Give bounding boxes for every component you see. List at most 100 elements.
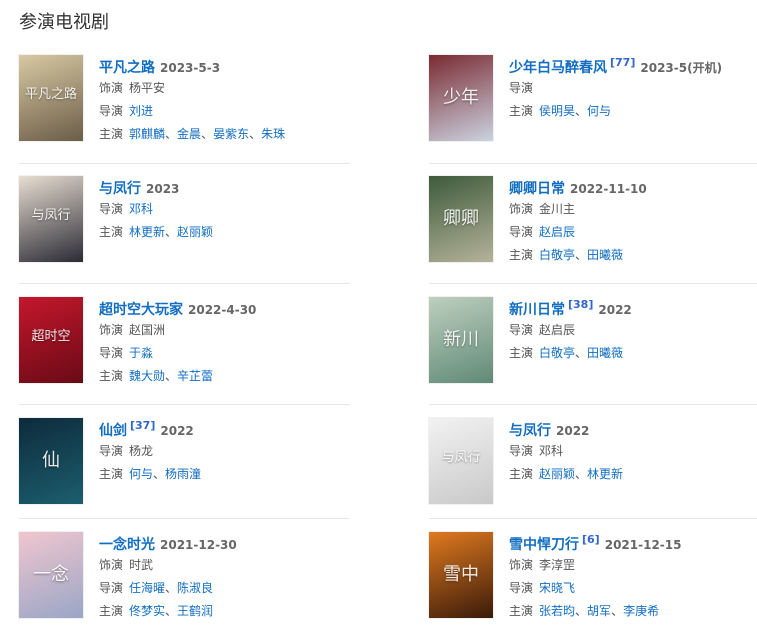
row-divider: [429, 283, 757, 284]
person-link[interactable]: 白敬亭: [539, 346, 575, 360]
person-link[interactable]: 杨雨潼: [165, 467, 201, 481]
credit-row: 导演 任海曜、陈淑良: [99, 577, 419, 600]
series-title-link[interactable]: 雪中悍刀行: [509, 537, 579, 553]
series-heading: 新川日常 [38] 2022: [509, 298, 757, 319]
person-link[interactable]: 何与: [587, 104, 611, 118]
series-heading: 一念时光 2021-12-30: [99, 534, 419, 554]
person-link[interactable]: 王鹤润: [177, 604, 213, 618]
person-link[interactable]: 佟梦实: [129, 604, 165, 618]
person-link[interactable]: 张若昀: [539, 604, 575, 618]
citation-ref-link[interactable]: [6]: [582, 533, 600, 546]
series-title-link[interactable]: 与凤行: [509, 423, 551, 439]
poster-image[interactable]: 卿卿: [429, 176, 493, 262]
poster-image[interactable]: 少年: [429, 55, 493, 141]
credit-row: 主演 魏大勋、辛芷蕾: [99, 365, 419, 388]
citation-ref-link[interactable]: [37]: [130, 419, 155, 432]
release-date: 2021-12-15: [604, 538, 682, 552]
series-title-link[interactable]: 仙剑: [99, 423, 127, 439]
credit-row: 导演 赵启辰: [509, 221, 757, 244]
person-link[interactable]: 胡军: [587, 604, 611, 618]
person-link[interactable]: 辛芷蕾: [177, 369, 213, 383]
series-info: 超时空大玩家 2022-4-30 饰演 赵国洲 导演 于淼 主演 魏大勋、辛芷蕾: [99, 299, 419, 388]
person-name: 时武: [129, 558, 154, 572]
release-date: 2022-4-30: [188, 303, 257, 317]
credit-label: 主演: [99, 127, 124, 141]
poster-title-art: 卿卿: [443, 208, 479, 229]
credit-row: 饰演 金川主: [509, 198, 757, 221]
poster-title-art: 新川: [443, 329, 479, 350]
person-name: 杨平安: [129, 81, 166, 95]
name-separator: 、: [575, 604, 588, 618]
person-link[interactable]: 赵丽颖: [539, 467, 575, 481]
poster-image[interactable]: 雪中: [429, 532, 493, 618]
credit-row: 主演 白敬亭、田曦薇: [509, 342, 757, 365]
person-link[interactable]: 田曦薇: [587, 248, 623, 262]
credit-label: 导演: [99, 202, 124, 216]
citation-ref-link[interactable]: [38]: [568, 298, 593, 311]
person-link[interactable]: 白敬亭: [539, 248, 575, 262]
person-link[interactable]: 朱珠: [261, 127, 285, 141]
person-link[interactable]: 林更新: [587, 467, 623, 481]
person-link[interactable]: 刘进: [129, 104, 153, 118]
poster-image[interactable]: 一念: [19, 532, 83, 618]
series-heading: 与凤行 2023: [99, 178, 419, 198]
poster-image[interactable]: 新川: [429, 297, 493, 383]
credit-label: 导演: [99, 444, 124, 458]
name-separator: 、: [575, 346, 588, 360]
series-title-link[interactable]: 卿卿日常: [509, 181, 565, 197]
person-link[interactable]: 金晨: [177, 127, 201, 141]
release-date: 2022: [598, 303, 632, 317]
credit-row: 饰演 时武: [99, 554, 419, 577]
series-title-link[interactable]: 一念时光: [99, 537, 155, 553]
citation-ref-link[interactable]: [77]: [610, 56, 635, 69]
person-link[interactable]: 魏大勋: [129, 369, 165, 383]
poster-image[interactable]: 超时空: [19, 297, 83, 383]
credit-row: 饰演 杨平安: [99, 77, 419, 100]
credit-row: 饰演 李淳罡: [509, 554, 757, 577]
poster-title-art: 雪中: [443, 564, 479, 585]
person-link[interactable]: 林更新: [129, 225, 165, 239]
release-date: 2023-5-3: [160, 61, 221, 75]
credit-label: 导演: [509, 323, 534, 337]
person-link[interactable]: 邓科: [129, 202, 153, 216]
person-link[interactable]: 田曦薇: [587, 346, 623, 360]
poster-image[interactable]: 与凤行: [19, 176, 83, 262]
poster-image[interactable]: 平凡之路: [19, 55, 83, 141]
series-title-link[interactable]: 平凡之路: [99, 60, 155, 76]
person-link[interactable]: 侯明昊: [539, 104, 575, 118]
person-link[interactable]: 宋晓飞: [539, 581, 575, 595]
person-link[interactable]: 于淼: [129, 346, 153, 360]
name-separator: 、: [249, 127, 262, 141]
person-link[interactable]: 郭麒麟: [129, 127, 165, 141]
credit-row: 导演 赵启辰: [509, 319, 757, 342]
series-info: 与凤行 2022 导演 邓科 主演 赵丽颖、林更新: [509, 420, 757, 486]
person-name: 邓科: [539, 444, 564, 458]
person-link[interactable]: 赵丽颖: [177, 225, 213, 239]
credit-row: 主演 赵丽颖、林更新: [509, 463, 757, 486]
tv-series-card: 少年 少年白马醉春风 [77] 2023-5(开机) 导演 主演 侯明昊、何与: [429, 55, 757, 155]
person-link[interactable]: 李庚希: [623, 604, 659, 618]
name-separator: 、: [201, 127, 214, 141]
person-link[interactable]: 任海曜: [129, 581, 165, 595]
person-link[interactable]: 陈淑良: [177, 581, 213, 595]
poster-image[interactable]: 仙: [19, 418, 83, 504]
person-link[interactable]: 何与: [129, 467, 153, 481]
row-divider: [429, 518, 757, 519]
series-title-link[interactable]: 新川日常: [509, 302, 565, 318]
credit-row: 主演 何与、杨雨潼: [99, 463, 419, 486]
name-separator: 、: [575, 104, 588, 118]
person-link[interactable]: 赵启辰: [539, 225, 575, 239]
credit-label: 主演: [509, 467, 534, 481]
series-title-link[interactable]: 超时空大玩家: [99, 302, 183, 318]
poster-image[interactable]: 与凤行: [429, 418, 493, 504]
credit-row: 导演: [509, 77, 757, 100]
credit-row: 导演 邓科: [99, 198, 419, 221]
series-title-link[interactable]: 少年白马醉春风: [509, 60, 607, 76]
row-divider: [429, 404, 757, 405]
credit-label: 主演: [509, 346, 534, 360]
series-title-link[interactable]: 与凤行: [99, 181, 141, 197]
row-divider: [429, 163, 757, 164]
person-name: 杨龙: [129, 444, 154, 458]
release-date: 2022: [556, 424, 590, 438]
person-link[interactable]: 晏紫东: [213, 127, 249, 141]
